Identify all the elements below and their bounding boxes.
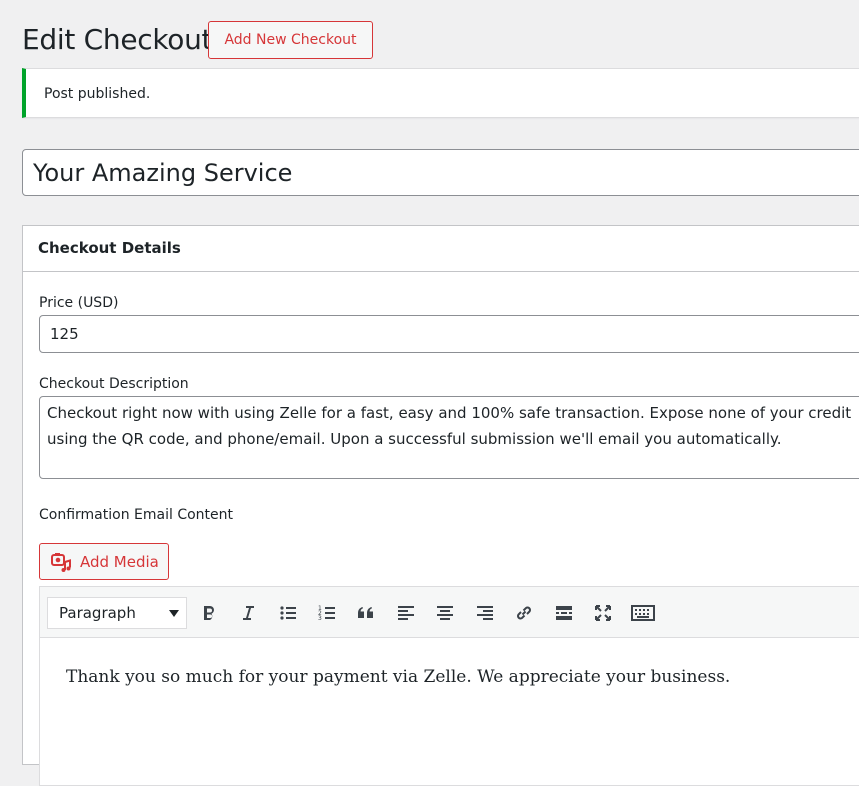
numbered-list-icon[interactable]: 123 [313, 599, 341, 627]
success-notice: Post published. [22, 68, 859, 118]
editor-content[interactable]: Thank you so much for your payment via Z… [66, 667, 730, 687]
metabox-title: Checkout Details [38, 239, 181, 257]
add-media-label: Add Media [80, 552, 159, 571]
read-more-icon[interactable] [550, 599, 578, 627]
media-icon [50, 551, 72, 573]
price-label: Price (USD) [39, 295, 119, 311]
checkout-details-metabox: Checkout Details Price (USD) Checkout De… [22, 225, 859, 786]
page-title: Edit Checkout [22, 23, 213, 56]
email-content-label: Confirmation Email Content [39, 507, 233, 523]
format-select[interactable]: Paragraph [47, 597, 187, 629]
editor-toolbar: Paragraph 123 [40, 587, 859, 638]
description-label: Checkout Description [39, 376, 189, 392]
align-center-icon[interactable] [431, 599, 459, 627]
add-new-checkout-button[interactable]: Add New Checkout [208, 21, 373, 59]
italic-icon[interactable] [234, 599, 262, 627]
bold-icon[interactable] [195, 599, 223, 627]
blockquote-icon[interactable] [352, 599, 380, 627]
link-icon[interactable] [510, 599, 538, 627]
format-select-value: Paragraph [59, 604, 136, 622]
align-left-icon[interactable] [392, 599, 420, 627]
price-input[interactable] [39, 315, 859, 353]
metabox-header: Checkout Details [23, 226, 859, 272]
bullet-list-icon[interactable] [274, 599, 302, 627]
align-right-icon[interactable] [471, 599, 499, 627]
chevron-down-icon [169, 610, 179, 617]
fullscreen-icon[interactable] [589, 599, 617, 627]
notice-text: Post published. [44, 86, 151, 102]
description-textarea[interactable]: Checkout right now with using Zelle for … [39, 396, 859, 479]
email-editor: Paragraph 123 Thank you so much for your… [39, 586, 859, 786]
post-title-input[interactable] [22, 149, 859, 196]
add-media-button[interactable]: Add Media [39, 543, 169, 580]
svg-text:3: 3 [318, 615, 322, 622]
toolbar-toggle-icon[interactable] [629, 599, 657, 627]
